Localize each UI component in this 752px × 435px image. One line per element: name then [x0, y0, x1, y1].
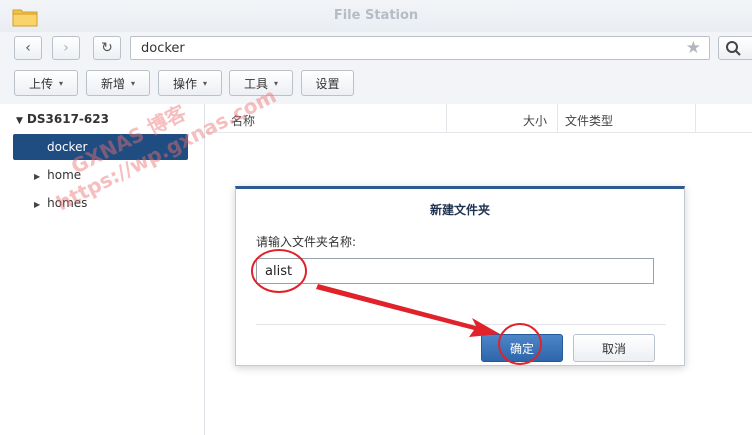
column-divider[interactable]	[695, 104, 696, 132]
chevron-down-icon: ▾	[274, 78, 279, 88]
folder-tree: ▼ DS3617-623 docker ▶ home ▶ homes	[0, 104, 205, 435]
new-folder-dialog: 新建文件夹 请输入文件夹名称: 确定 取消	[235, 186, 685, 366]
chevron-left-icon: ‹	[25, 40, 31, 56]
chevron-down-icon: ▾	[203, 78, 208, 88]
collapsed-arrow-icon: ▶	[34, 200, 41, 209]
forward-button[interactable]: ›	[52, 36, 80, 60]
refresh-button[interactable]: ↻	[93, 36, 121, 60]
tree-root-label: DS3617-623	[26, 112, 109, 126]
favorite-star-icon[interactable]: ★	[686, 38, 701, 58]
current-path: docker	[141, 41, 185, 56]
create-label: 新增	[100, 76, 125, 91]
column-divider[interactable]	[557, 104, 558, 132]
sidebar-item-label: home	[47, 168, 82, 182]
chevron-down-icon: ▾	[59, 78, 64, 88]
chevron-right-icon: ›	[63, 40, 69, 56]
tree-root[interactable]: ▼ DS3617-623	[16, 112, 109, 126]
dialog-title: 新建文件夹	[429, 203, 490, 217]
sidebar-item-homes[interactable]: ▶ homes	[34, 196, 87, 210]
back-button[interactable]: ‹	[14, 36, 42, 60]
refresh-icon: ↻	[101, 40, 113, 56]
folder-name-input[interactable]	[256, 258, 654, 284]
action-label: 操作	[172, 76, 197, 91]
title-bar: File Station	[0, 0, 752, 32]
upload-button[interactable]: 上传 ▾	[14, 70, 78, 96]
sidebar-item-label: homes	[47, 196, 88, 210]
ok-button[interactable]: 确定	[481, 334, 563, 362]
settings-button[interactable]: 设置	[301, 70, 354, 96]
chevron-down-icon: ▾	[131, 78, 136, 88]
settings-label: 设置	[315, 76, 340, 91]
folder-name-prompt: 请输入文件夹名称:	[256, 235, 357, 249]
create-button[interactable]: 新增 ▾	[86, 70, 150, 96]
collapsed-arrow-icon: ▶	[34, 172, 41, 181]
column-divider[interactable]	[446, 104, 447, 132]
toolbar: 上传 ▾ 新增 ▾ 操作 ▾ 工具 ▾ 设置	[0, 66, 752, 104]
cancel-button[interactable]: 取消	[573, 334, 655, 362]
search-icon	[726, 41, 741, 56]
window-title: File Station	[333, 8, 419, 23]
column-type[interactable]: 文件类型	[565, 112, 613, 129]
sidebar-item-home[interactable]: ▶ home	[34, 168, 81, 182]
tools-label: 工具	[243, 76, 268, 91]
sidebar-item-label: docker	[47, 140, 88, 154]
column-header: 名称 大小 文件类型	[205, 104, 752, 133]
column-name[interactable]: 名称	[231, 112, 255, 129]
tools-button[interactable]: 工具 ▾	[229, 70, 293, 96]
sidebar-item-docker[interactable]: docker	[13, 134, 188, 160]
action-button[interactable]: 操作 ▾	[158, 70, 222, 96]
expand-icon: ▼	[16, 116, 23, 126]
dialog-divider	[256, 324, 666, 325]
column-size[interactable]: 大小	[523, 112, 547, 129]
path-bar[interactable]: docker ★	[130, 36, 710, 60]
upload-label: 上传	[28, 76, 53, 91]
navigation-bar: ‹ › ↻ docker ★	[0, 32, 752, 66]
search-button[interactable]	[718, 36, 752, 60]
